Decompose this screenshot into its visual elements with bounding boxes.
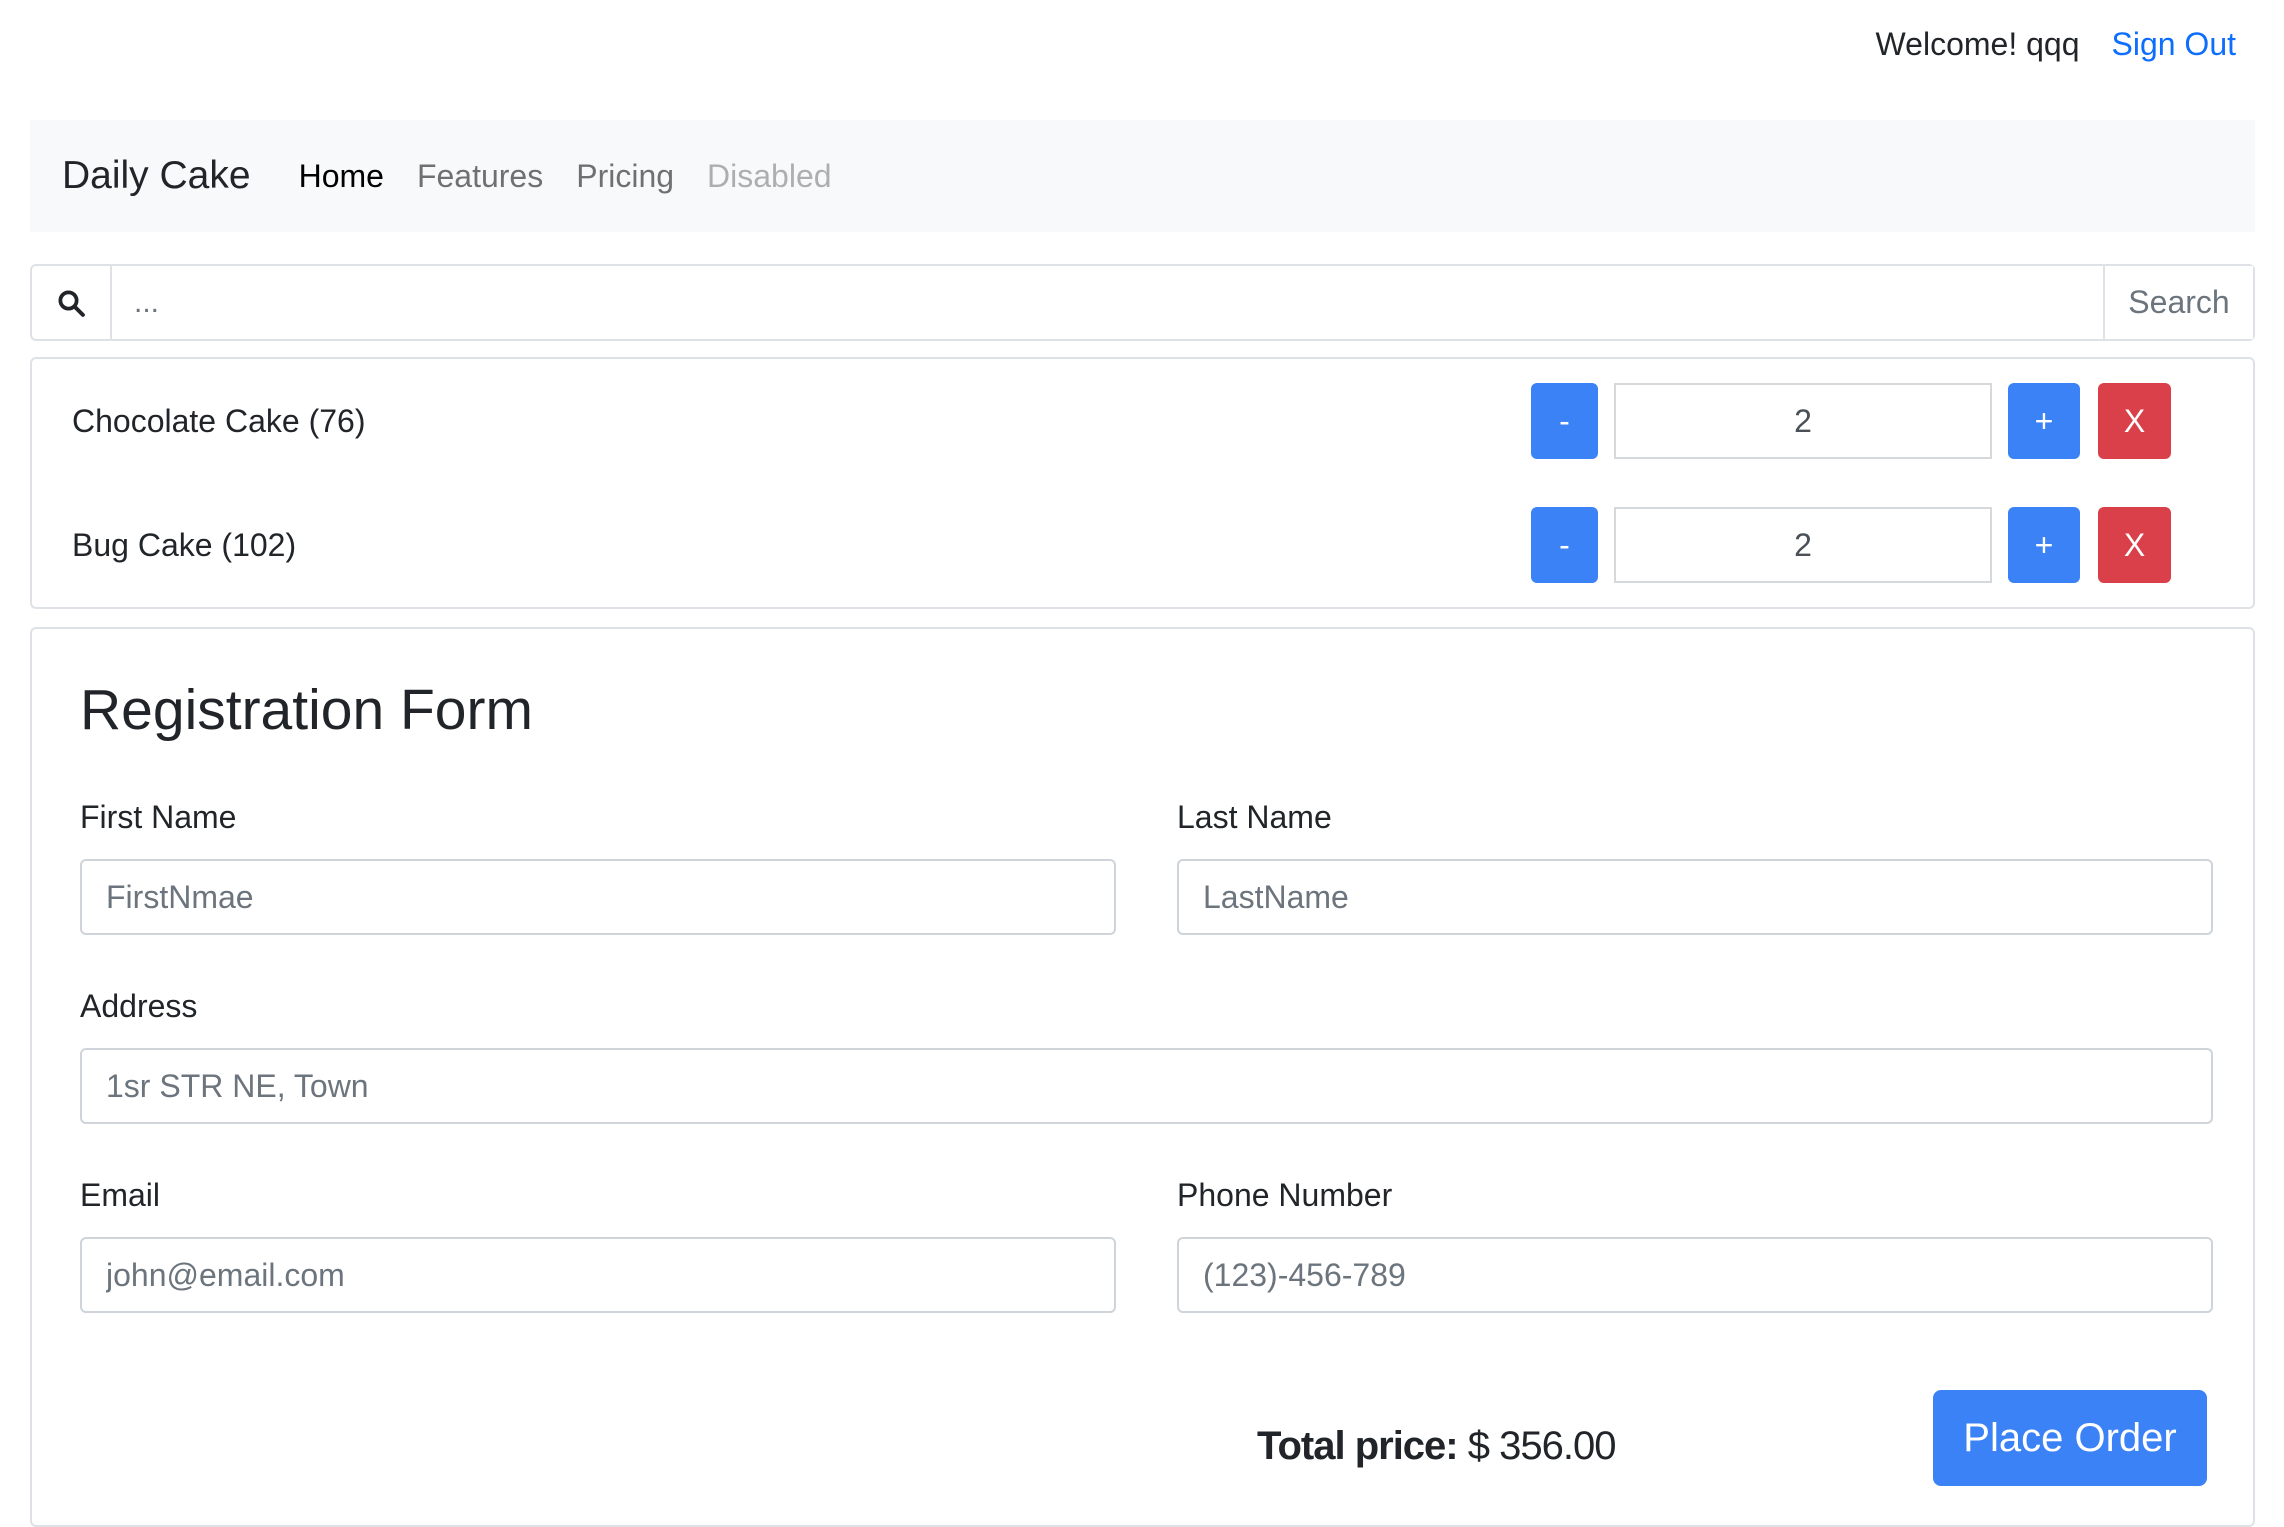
total-price: Total price: $ 356.00 (1257, 1424, 1617, 1469)
cart-item-name: Bug Cake (102) (72, 527, 297, 563)
sign-out-link[interactable]: Sign Out (2111, 26, 2236, 63)
navbar: Daily Cake Home Features Pricing Disable… (30, 120, 2255, 232)
cart-item: Chocolate Cake (76) - + X (32, 383, 2253, 459)
decrease-quantity-button[interactable]: - (1531, 507, 1598, 583)
cart-list: Chocolate Cake (76) - + X Bug Cake (102)… (30, 357, 2255, 609)
address-label: Address (80, 988, 198, 1024)
last-name-label: Last Name (1177, 799, 1332, 835)
registration-form: Registration Form First Name Last Name A… (30, 627, 2255, 1527)
nav-link-features[interactable]: Features (417, 158, 543, 195)
nav-link-home[interactable]: Home (299, 158, 384, 195)
decrease-quantity-button[interactable]: - (1531, 383, 1598, 459)
remove-item-button[interactable]: X (2098, 507, 2171, 583)
cart-item-name: Chocolate Cake (76) (72, 403, 366, 439)
search-button[interactable]: Search (2103, 266, 2253, 339)
cart-item: Bug Cake (102) - + X (32, 507, 2253, 583)
quantity-input[interactable] (1614, 383, 1992, 459)
phone-number-field[interactable] (1177, 1237, 2213, 1313)
form-title: Registration Form (80, 678, 533, 742)
quantity-input[interactable] (1614, 507, 1992, 583)
search-input[interactable] (112, 266, 2103, 339)
place-order-button[interactable]: Place Order (1933, 1390, 2207, 1486)
first-name-label: First Name (80, 799, 237, 835)
user-bar: Welcome! qqq Sign Out (1876, 26, 2236, 63)
increase-quantity-button[interactable]: + (2008, 383, 2080, 459)
nav-link-pricing[interactable]: Pricing (576, 158, 674, 195)
nav-link-disabled: Disabled (707, 157, 832, 194)
address-field[interactable] (80, 1048, 2213, 1124)
email-field[interactable] (80, 1237, 1116, 1313)
first-name-field[interactable] (80, 859, 1116, 935)
total-price-label: Total price: (1257, 1424, 1459, 1468)
remove-item-button[interactable]: X (2098, 383, 2171, 459)
email-label: Email (80, 1177, 161, 1213)
search-bar: Search (30, 264, 2255, 341)
last-name-field[interactable] (1177, 859, 2213, 935)
search-icon (32, 266, 112, 339)
phone-number-label: Phone Number (1177, 1177, 1393, 1213)
total-price-amount: $ 356.00 (1467, 1424, 1617, 1468)
brand-link[interactable]: Daily Cake (62, 154, 251, 198)
increase-quantity-button[interactable]: + (2008, 507, 2080, 583)
welcome-text: Welcome! qqq (1875, 26, 2080, 62)
